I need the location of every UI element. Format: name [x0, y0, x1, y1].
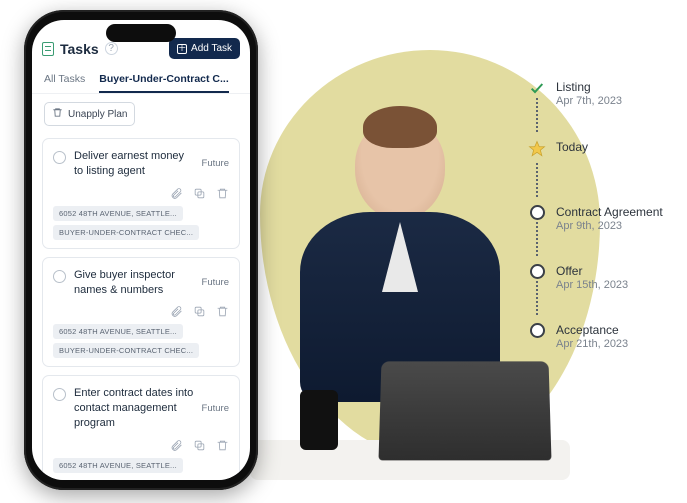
timeline-date: Apr 9th, 2023	[556, 220, 663, 232]
tab-buyer-under-contract[interactable]: Buyer-Under-Contract C...	[99, 67, 229, 93]
phone-frame: Tasks ? ＋ Add Task All Tasks Buyer-Under…	[24, 10, 258, 490]
task-checkbox[interactable]	[53, 151, 66, 164]
unapply-plan-button[interactable]: Unapply Plan	[44, 102, 135, 126]
phone-notch	[106, 24, 176, 42]
tabs: All Tasks Buyer-Under-Contract C...	[32, 67, 250, 94]
task-chip[interactable]: 6052 48TH AVENUE, SEATTLE...	[53, 324, 183, 339]
timeline-label: Offer	[556, 264, 628, 278]
check-icon	[529, 80, 545, 96]
circle-icon	[530, 205, 545, 220]
timeline-item-contract: Contract Agreement Apr 9th, 2023	[528, 205, 663, 258]
attachment-icon[interactable]	[170, 439, 183, 452]
delete-icon[interactable]	[216, 187, 229, 200]
tasks-icon	[42, 42, 54, 56]
circle-icon	[530, 323, 545, 338]
timeline-label: Listing	[556, 80, 622, 94]
task-actions	[53, 187, 229, 200]
timeline-label: Today	[556, 140, 588, 154]
timeline-date: Apr 7th, 2023	[556, 95, 622, 107]
phone-in-hand	[300, 390, 338, 450]
task-title: Give buyer inspector names & numbers	[74, 268, 194, 298]
task-status: Future	[202, 158, 229, 169]
timeline-label: Acceptance	[556, 323, 628, 337]
task-title: Enter contract dates into contact manage…	[74, 386, 194, 431]
timeline-item-listing: Listing Apr 7th, 2023	[528, 80, 663, 134]
page-title: Tasks	[60, 41, 99, 57]
task-actions	[53, 439, 229, 452]
task-card[interactable]: Deliver earnest money to listing agent F…	[42, 138, 240, 249]
task-chip[interactable]: BUYER-UNDER-CONTRACT CHEC...	[53, 343, 199, 358]
delete-icon[interactable]	[216, 305, 229, 318]
tab-all-tasks[interactable]: All Tasks	[44, 67, 85, 93]
attachment-icon[interactable]	[170, 187, 183, 200]
timeline-item-today: Today	[528, 140, 663, 199]
circle-icon	[530, 264, 545, 279]
task-card[interactable]: Enter contract dates into contact manage…	[42, 375, 240, 480]
plus-icon: ＋	[177, 44, 187, 54]
task-chip[interactable]: 6052 48TH AVENUE, SEATTLE...	[53, 206, 183, 221]
unapply-plan-label: Unapply Plan	[68, 109, 127, 120]
add-task-button[interactable]: ＋ Add Task	[169, 38, 240, 59]
copy-icon[interactable]	[193, 187, 206, 200]
copy-icon[interactable]	[193, 305, 206, 318]
timeline-date: Apr 15th, 2023	[556, 279, 628, 291]
task-status: Future	[202, 277, 229, 288]
timeline-item-offer: Offer Apr 15th, 2023	[528, 264, 663, 317]
timeline-date: Apr 21th, 2023	[556, 338, 628, 350]
task-status: Future	[202, 403, 229, 414]
add-task-label: Add Task	[191, 43, 232, 54]
task-list: Deliver earnest money to listing agent F…	[32, 134, 250, 480]
task-actions	[53, 305, 229, 318]
timeline: Listing Apr 7th, 2023 Today Contract Agr…	[528, 80, 663, 356]
task-title: Deliver earnest money to listing agent	[74, 149, 194, 179]
task-chip[interactable]: 6052 48TH AVENUE, SEATTLE...	[53, 458, 183, 473]
phone-screen: Tasks ? ＋ Add Task All Tasks Buyer-Under…	[32, 20, 250, 480]
copy-icon[interactable]	[193, 439, 206, 452]
task-chip[interactable]: BUYER-UNDER-CONTRACT CHEC...	[53, 225, 199, 240]
star-icon	[528, 140, 546, 161]
laptop	[380, 360, 570, 470]
attachment-icon[interactable]	[170, 305, 183, 318]
timeline-item-acceptance: Acceptance Apr 21th, 2023	[528, 323, 663, 350]
timeline-label: Contract Agreement	[556, 205, 663, 219]
trash-icon	[52, 107, 63, 121]
task-card[interactable]: Give buyer inspector names & numbers Fut…	[42, 257, 240, 368]
plan-bar: Unapply Plan	[32, 94, 250, 134]
task-checkbox[interactable]	[53, 270, 66, 283]
task-checkbox[interactable]	[53, 388, 66, 401]
help-icon[interactable]: ?	[105, 42, 118, 55]
delete-icon[interactable]	[216, 439, 229, 452]
